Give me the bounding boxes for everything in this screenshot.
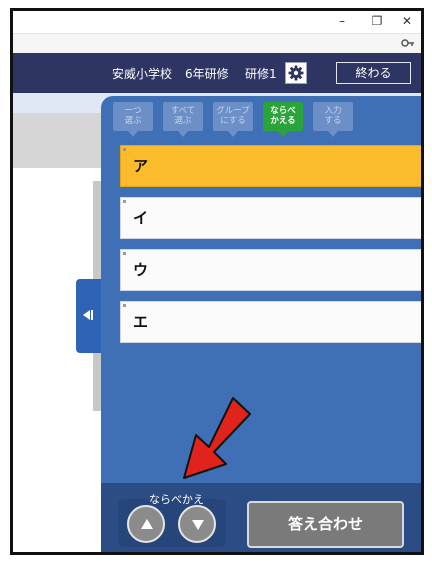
list-item-label: ウ [133, 261, 149, 279]
app-header: 安威小学校 6年研修 研修1 終わる [13, 53, 421, 93]
key-icon[interactable] [401, 37, 415, 49]
gear-icon [288, 65, 304, 81]
tab-reorder[interactable]: ならべ かえる [263, 102, 303, 137]
restore-button[interactable]: ❐ [368, 13, 386, 29]
list-item[interactable]: ア [120, 145, 421, 187]
list-item-label: イ [133, 209, 149, 227]
close-button[interactable]: ✕ [398, 13, 416, 29]
list-item[interactable]: イ [120, 197, 421, 239]
move-down-button[interactable] [178, 505, 216, 543]
list-item[interactable]: エ [120, 301, 421, 343]
collapse-panel-tab[interactable] [76, 279, 101, 353]
settings-button[interactable] [285, 62, 307, 84]
answer-panel: 一つ 選ぶ すべて 選ぶ グループ にする ならべ かえる 入力 する ア イ … [101, 96, 421, 552]
arrow-up-icon [141, 519, 153, 529]
session-label: 研修1 [245, 67, 277, 81]
move-up-button[interactable] [127, 505, 165, 543]
tab-group[interactable]: グループ にする [213, 102, 253, 137]
address-bar [13, 33, 421, 55]
school-name: 安威小学校 [112, 67, 173, 81]
window-titlebar: – ❐ ✕ [13, 11, 421, 33]
tab-select-one[interactable]: 一つ 選ぶ [113, 102, 153, 137]
list-item-label: ア [133, 157, 149, 175]
check-answer-button[interactable]: 答え合わせ [247, 501, 404, 548]
end-button[interactable]: 終わる [336, 62, 411, 84]
grade-label: 6年研修 [185, 67, 229, 81]
bottom-action-bar: ならべかえ 答え合わせ [101, 483, 421, 552]
tab-input[interactable]: 入力 する [313, 102, 353, 137]
list-item[interactable]: ウ [120, 249, 421, 291]
tab-select-all[interactable]: すべて 選ぶ [163, 102, 203, 137]
arrow-down-icon [192, 520, 204, 530]
list-item-label: エ [133, 313, 149, 331]
minimize-button[interactable]: – [333, 13, 351, 29]
collapse-arrow-icon [83, 310, 90, 320]
screenshot-frame: – ❐ ✕ 安威小学校 6年研修 研修1 終わる 一つ 選ぶ すべて 選ぶ グル… [10, 8, 424, 555]
